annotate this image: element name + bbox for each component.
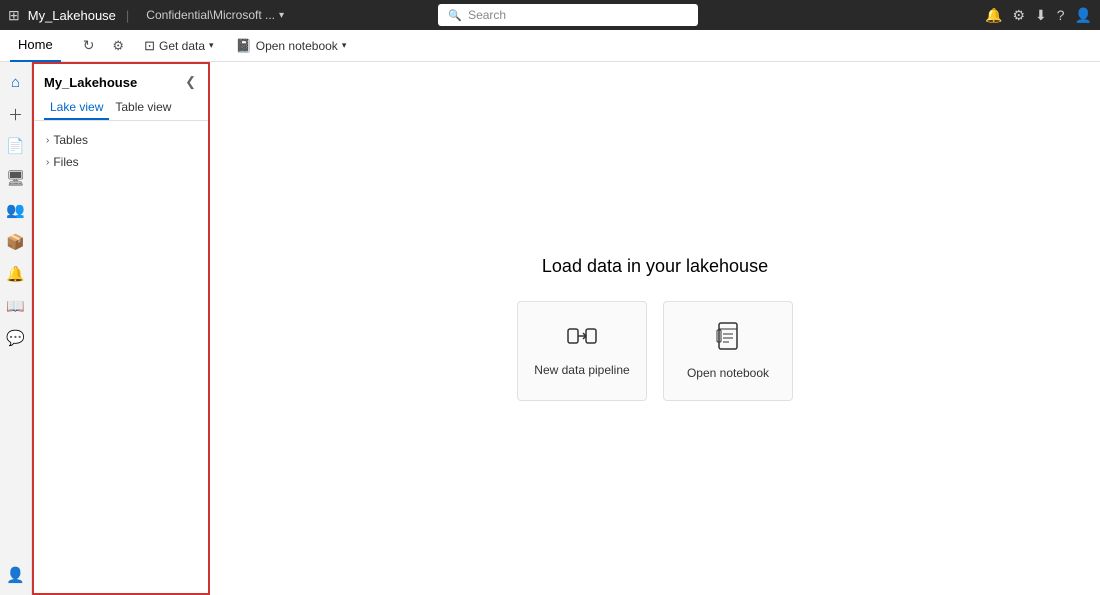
notebook-card-label: Open notebook [687,366,769,380]
open-notebook-toolbar-button[interactable]: 📓 Open notebook ▾ [228,35,355,57]
sidebar-panel: My_Lakehouse ❮ Lake view Table view › Ta… [32,62,210,595]
nav-alerts-icon[interactable]: 🔔 [2,260,30,288]
tree-item-files[interactable]: › Files [40,151,202,173]
get-data-label: Get data [159,39,205,53]
tab-table-view[interactable]: Table view [109,96,177,120]
main-layout: ⌂ ＋ 📄 🖥 👥 📦 🔔 📖 💬 👤 My_Lakehouse ❮ Lake … [0,62,1100,595]
open-notebook-chevron-icon: ▾ [342,40,347,51]
breadcrumb-text: Confidential\Microsoft ... [146,8,275,22]
settings-gear-icon[interactable]: ⚙ [1012,7,1025,24]
tables-chevron-icon: › [46,135,49,146]
new-data-pipeline-card[interactable]: New data pipeline [517,301,647,401]
files-chevron-icon: › [46,157,49,168]
nav-browse-icon[interactable]: 📄 [2,132,30,160]
nav-create-icon[interactable]: ＋ [2,100,30,128]
nav-marketplace-icon[interactable]: 📦 [2,228,30,256]
tables-label: Tables [53,133,88,147]
get-data-chevron-icon: ▾ [209,40,214,51]
sidebar-tabs: Lake view Table view [34,96,208,121]
left-nav: ⌂ ＋ 📄 🖥 👥 📦 🔔 📖 💬 👤 [0,62,32,595]
breadcrumb[interactable]: Confidential\Microsoft ... ▾ [139,5,291,25]
lakehouse-settings-button[interactable]: ⚙ [106,35,130,57]
nav-learn-icon[interactable]: 📖 [2,292,30,320]
get-data-icon: ⊡ [144,38,155,54]
get-data-button[interactable]: ⊡ Get data ▾ [136,35,221,57]
download-icon[interactable]: ⬇ [1035,7,1047,24]
nav-account-icon[interactable]: 👤 [2,561,30,589]
tree-item-tables[interactable]: › Tables [40,129,202,151]
help-icon[interactable]: ? [1057,7,1065,23]
search-placeholder: Search [468,8,506,22]
nav-chat-icon[interactable]: 💬 [2,324,30,352]
open-notebook-label: Open notebook [256,39,338,53]
top-bar: ⊞ My_Lakehouse | Confidential\Microsoft … [0,0,1100,30]
open-notebook-card[interactable]: Open notebook [663,301,793,401]
search-box[interactable]: 🔍 Search [438,4,698,26]
notebook-icon: 📓 [236,38,252,54]
search-icon: 🔍 [448,9,462,22]
files-label: Files [53,155,78,169]
refresh-button[interactable]: ↻ [77,34,101,57]
sidebar-tree: › Tables › Files [34,125,208,177]
nav-people-icon[interactable]: 👥 [2,196,30,224]
user-avatar-icon[interactable]: 👤 [1075,7,1092,24]
content-area: Load data in your lakehouse New data pip… [210,62,1100,595]
pipeline-card-label: New data pipeline [534,363,629,377]
sidebar-title: My_Lakehouse [44,75,137,90]
notebook-card-icon [716,322,740,356]
home-tab-label: Home [18,37,53,52]
apps-grid-icon[interactable]: ⊞ [8,7,20,24]
breadcrumb-chevron-icon: ▾ [279,10,284,21]
sidebar-header: My_Lakehouse ❮ [34,64,208,96]
second-bar: Home ↻ ⚙ ⊡ Get data ▾ 📓 Open notebook ▾ [0,30,1100,62]
top-bar-actions: 🔔 ⚙ ⬇ ? 👤 [985,7,1092,24]
card-row: New data pipeline Open notebook [517,301,793,401]
home-tab[interactable]: Home [10,30,61,62]
pipeline-icon [567,325,597,353]
toolbar-actions: ↻ ⚙ ⊡ Get data ▾ 📓 Open notebook ▾ [77,34,355,57]
tab-lake-view[interactable]: Lake view [44,96,109,120]
app-title: My_Lakehouse [28,8,116,23]
sidebar-collapse-button[interactable]: ❮ [183,72,198,92]
load-data-title: Load data in your lakehouse [542,256,768,277]
nav-monitor-icon[interactable]: 🖥 [2,164,30,192]
nav-home-icon[interactable]: ⌂ [2,68,30,96]
notification-bell-icon[interactable]: 🔔 [985,7,1002,24]
lake-view-tab-label: Lake view [50,100,103,114]
table-view-tab-label: Table view [115,100,171,114]
